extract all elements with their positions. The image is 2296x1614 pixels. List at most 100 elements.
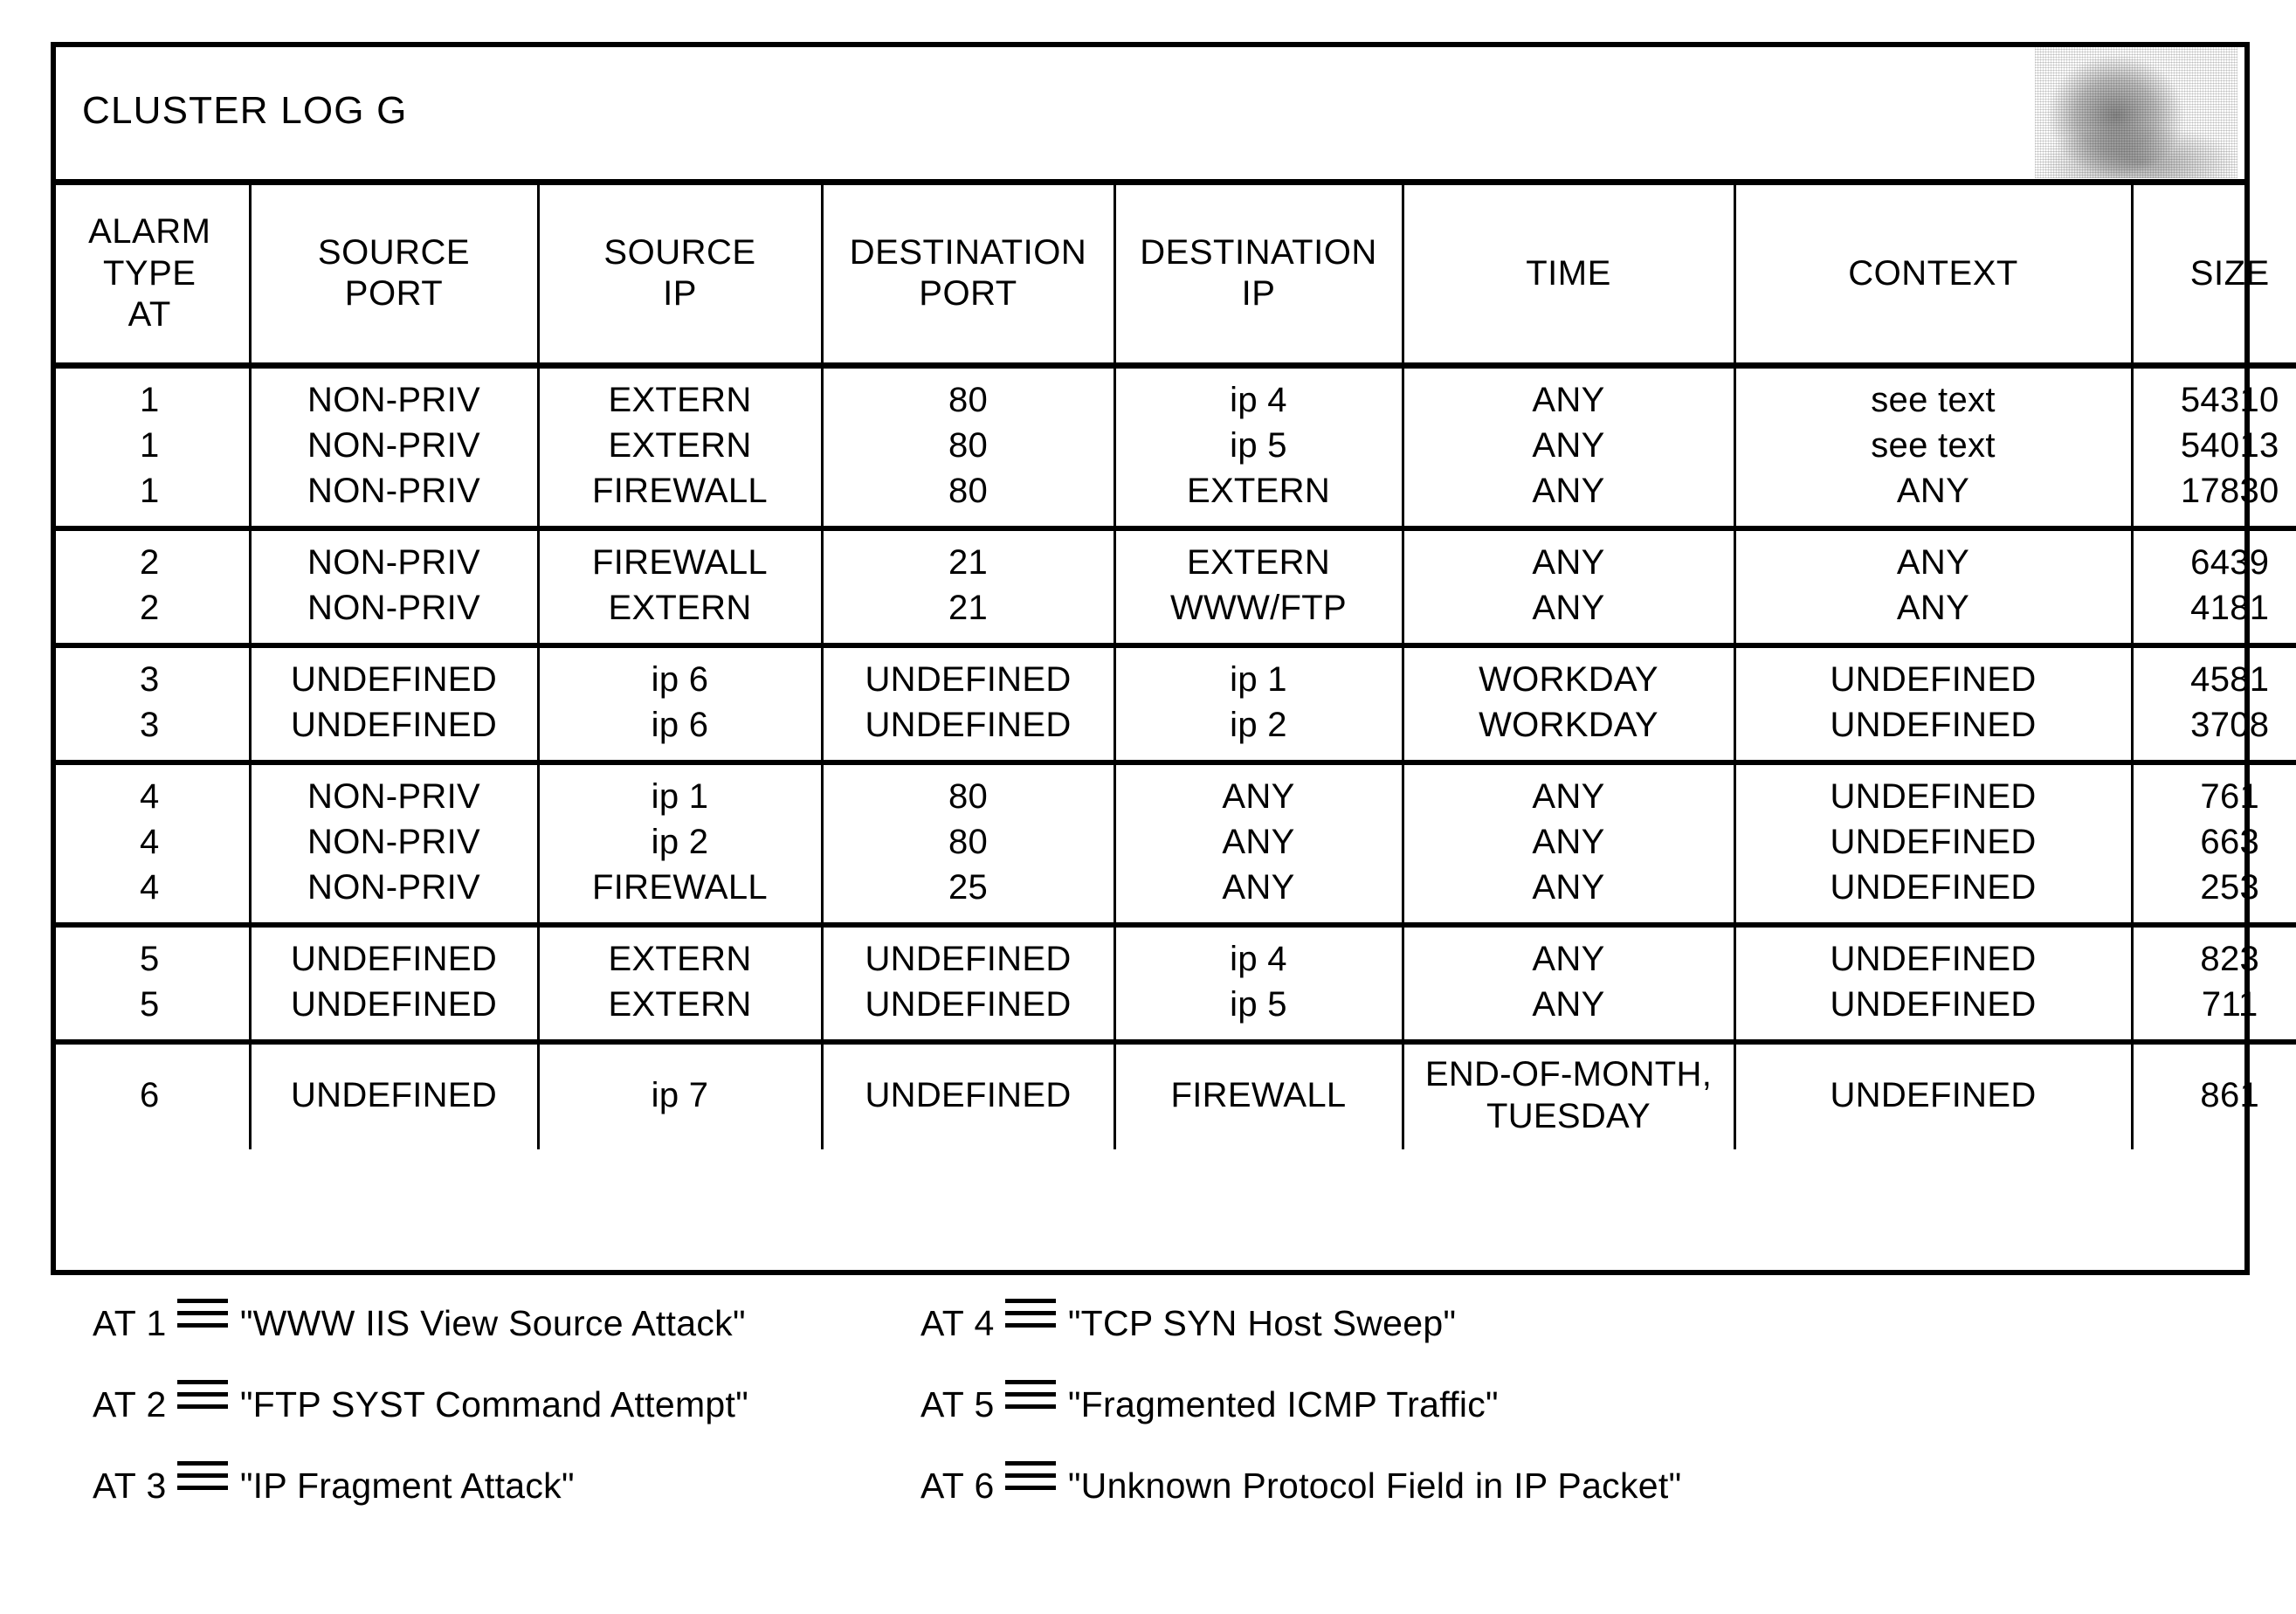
identity-equivalence-icon [176,1299,228,1328]
cell-context: see text see text ANY [1733,365,2134,531]
cell-value-subline: END-OF-MONTH, [1424,1054,1713,1093]
cell-value: UNDEFINED [290,705,498,744]
cell-destination-ip: ip 4 ip 5 EXTERN [1113,365,1404,531]
column-header-line: AT [128,294,171,334]
cell-value: UNDEFINED [290,939,498,978]
cell-value-stack: END-OF-MONTH, TUESDAY [1404,1053,1734,1137]
legend-key: AT 2 [93,1384,167,1424]
cell-value-stack: ip 4 ip 5 EXTERN [1116,377,1402,514]
cell-value: EXTERN [608,425,752,465]
cell-value-stack: 1 1 1 [51,377,249,514]
cell-value: 5 [139,939,160,978]
cell-value-stack: ip 7 [540,1073,821,1118]
cell-value: EXTERN [608,984,752,1024]
cell-destination-ip: ip 4 ip 5 [1113,924,1404,1045]
legend-item-at-5: AT 5 "Fragmented ICMP Traffic" [889,1380,2250,1425]
cell-value: UNDEFINED [290,984,498,1024]
column-header-line: TYPE [103,253,197,293]
cell-value: NON-PRIV [307,380,480,419]
cell-value: WORKDAY [1479,659,1658,699]
cell-value-stack: ANY ANY [1404,936,1734,1027]
cell-value: 1 [139,380,160,419]
cell-value: UNDEFINED [865,984,1072,1024]
cell-value: 4 [139,867,160,907]
legend-value: "TCP SYN Host Sweep" [1067,1303,1457,1343]
cell-value-stack: EXTERN EXTERN [540,936,821,1027]
cell-value-stack: UNDEFINED UNDEFINED [252,657,537,748]
legend-item-at-3: AT 3 "IP Fragment Attack" [51,1461,889,1507]
cell-value: ip 5 [1230,984,1287,1024]
cell-value: ANY [1532,380,1605,419]
cell-value: 80 [948,425,989,465]
cell-destination-ip: EXTERN WWW/FTP [1113,528,1404,648]
column-header-source-ip: SOURCE IP [536,185,824,369]
cell-value: ANY [1896,542,1970,582]
cell-destination-port: 80 80 25 [820,762,1116,928]
cell-value-stack: 823 711 [2134,936,2296,1027]
legend-value: "IP Fragment Attack" [239,1466,575,1506]
column-header-time: TIME [1401,185,1736,369]
cell-value: 4181 [2190,588,2270,627]
cell-value: ANY [1222,822,1295,861]
cell-time: ANY ANY ANY [1401,365,1736,531]
legend-value: "FTP SYST Command Attempt" [239,1384,749,1424]
cell-value: UNDEFINED [1830,705,2037,744]
cell-value: UNDEFINED [290,659,498,699]
cell-value: NON-PRIV [307,822,480,861]
cell-value: FIREWALL [592,867,768,907]
cell-value: UNDEFINED [290,1075,498,1114]
cell-value-stack: ip 1 ip 2 [1116,657,1402,748]
legend-item-at-1: AT 1 "WWW IIS View Source Attack" [51,1299,889,1344]
cell-value-stack: UNDEFINED [252,1073,537,1118]
cell-value: NON-PRIV [307,471,480,510]
cell-value: EXTERN [1186,542,1331,582]
cell-value-stack: ip 4 ip 5 [1116,936,1402,1027]
cell-value: ip 7 [651,1075,709,1114]
cell-alarm-type: 22 [51,528,252,648]
cell-value-stack: ANY ANY ANY [1404,774,1734,910]
table-header-row: ALARM TYPE AT SOURCE PORT SOURCE IP DESTINATION… [51,185,2296,369]
column-header-destination-ip: DESTINATION IP [1113,185,1404,369]
cell-value: ANY [1896,588,1970,627]
cell-value: NON-PRIV [307,776,480,816]
cell-value-stack: EXTERN EXTERN FIREWALL [540,377,821,514]
cell-alarm-type: 55 [51,924,252,1045]
identity-equivalence-icon [1004,1461,1056,1490]
cell-size: 6439 4181 [2130,528,2296,648]
legend-key: AT 4 [920,1303,995,1343]
column-header-line: PORT [344,274,444,314]
table-row: 6 UNDEFINED ip 7 UNDEFINED FIREWALL END-OF-MO… [51,1041,2296,1149]
cell-time: ANY ANY ANY [1401,762,1736,928]
cell-value: ANY [1532,984,1605,1024]
cell-source-ip: ip 1 ip 2 FIREWALL [536,762,824,928]
cell-value: 80 [948,822,989,861]
cell-value-stack: 55 [51,936,249,1027]
cell-size: 761 663 253 [2130,762,2296,928]
cell-source-ip: ip 6 ip 6 [536,645,824,765]
legend-value: "Unknown Protocol Field in IP Packet" [1067,1466,1682,1506]
cell-value: ANY [1532,867,1605,907]
cell-value: FIREWALL [592,542,768,582]
cell-value-stack: 22 [51,540,249,631]
cell-source-ip: FIREWALL EXTERN [536,528,824,648]
cell-value: 6439 [2190,542,2270,582]
cell-context: ANY ANY [1733,528,2134,648]
cell-value: UNDEFINED [1830,867,2037,907]
cell-size: 54310 54013 17830 [2130,365,2296,531]
cell-value: ip 6 [651,705,709,744]
column-header-line: IP [1241,274,1276,314]
cell-value-stack: 21 21 [824,540,1114,631]
cell-value-stack: ANY ANY ANY [1404,377,1734,514]
cell-value: ip 2 [1230,705,1287,744]
legend-value: "WWW IIS View Source Attack" [239,1303,746,1343]
cell-value-stack: UNDEFINED [1736,1073,2131,1118]
cell-value: UNDEFINED [1830,1075,2037,1114]
cell-value: 17830 [2180,471,2279,510]
cell-destination-port: 80 80 80 [820,365,1116,531]
cell-size: 823 711 [2130,924,2296,1045]
cell-destination-port: UNDEFINED UNDEFINED [820,645,1116,765]
cell-source-ip: EXTERN EXTERN FIREWALL [536,365,824,531]
cell-destination-ip: ANY ANY ANY [1113,762,1404,928]
identity-equivalence-icon [1004,1299,1056,1328]
cell-value-stack: UNDEFINED UNDEFINED [1736,657,2131,748]
